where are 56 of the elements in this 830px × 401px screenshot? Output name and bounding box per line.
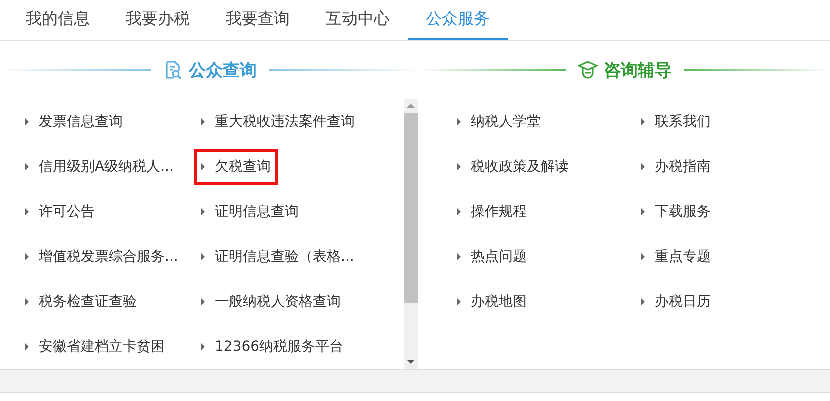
query-link[interactable]: 重大税收违法案件查询 [194, 104, 362, 140]
nav-tab[interactable]: 我要办税 [108, 0, 208, 40]
service-link[interactable]: 热点问题 [450, 238, 534, 274]
caret-icon [641, 252, 645, 260]
nav-tab[interactable]: 我要查询 [208, 0, 308, 40]
query-link[interactable]: 许可公告 [18, 194, 102, 230]
caret-icon [25, 208, 29, 216]
service-link[interactable]: 联系我们 [634, 104, 718, 140]
caret-icon [201, 252, 205, 260]
graduation-cap-icon [578, 60, 598, 80]
service-link[interactable]: 办税地图 [450, 284, 534, 320]
caret-icon [641, 208, 645, 216]
caret-icon [457, 118, 461, 126]
caret-icon [457, 162, 461, 170]
caret-icon [201, 118, 205, 126]
caret-icon [457, 298, 461, 306]
scrollbar[interactable] [404, 99, 418, 369]
caret-icon [641, 298, 645, 306]
query-link[interactable]: 12366纳税服务平台 [194, 328, 351, 364]
service-link[interactable]: 操作规程 [450, 194, 534, 230]
scroll-down-icon[interactable] [407, 360, 415, 364]
caret-icon [25, 118, 29, 126]
nav-tab[interactable]: 互动中心 [308, 0, 408, 40]
scroll-up-icon[interactable] [407, 104, 415, 108]
caret-icon [641, 162, 645, 170]
service-link[interactable]: 税收政策及解读 [450, 148, 576, 184]
query-link[interactable]: 证明信息查询 [194, 194, 306, 230]
document-search-icon [163, 60, 183, 80]
service-link[interactable]: 纳税人学堂 [450, 104, 548, 140]
query-link[interactable]: 发票信息查询 [18, 104, 130, 140]
query-link[interactable]: 一般纳税人资格查询 [194, 284, 348, 320]
service-link[interactable]: 办税指南 [634, 148, 718, 184]
query-link[interactable]: 证明信息查验（表格... [194, 238, 362, 274]
query-link[interactable]: 安徽省建档立卡贫困 [18, 328, 172, 364]
service-link[interactable]: 办税日历 [634, 284, 718, 320]
caret-icon [457, 252, 461, 260]
caret-icon [25, 252, 29, 260]
caret-icon [201, 208, 205, 216]
caret-icon [201, 342, 205, 350]
nav-tab[interactable]: 我的信息 [8, 0, 108, 40]
caret-icon [201, 162, 205, 170]
service-link[interactable]: 重点专题 [634, 238, 718, 274]
caret-icon [201, 298, 205, 306]
caret-icon [25, 342, 29, 350]
caret-icon [641, 118, 645, 126]
scroll-thumb[interactable] [404, 113, 418, 303]
caret-icon [25, 298, 29, 306]
query-link[interactable]: 欠税查询 [194, 148, 278, 184]
query-link[interactable]: 增值税发票综合服务... [18, 238, 186, 274]
section-title: 咨询辅导 [604, 60, 672, 82]
caret-icon [457, 208, 461, 216]
query-link[interactable]: 税务检查证查验 [18, 284, 144, 320]
section-title: 公众查询 [189, 60, 257, 82]
service-link[interactable]: 下载服务 [634, 194, 718, 230]
query-link[interactable]: 信用级别A级纳税人... [18, 148, 181, 184]
caret-icon [25, 162, 29, 170]
